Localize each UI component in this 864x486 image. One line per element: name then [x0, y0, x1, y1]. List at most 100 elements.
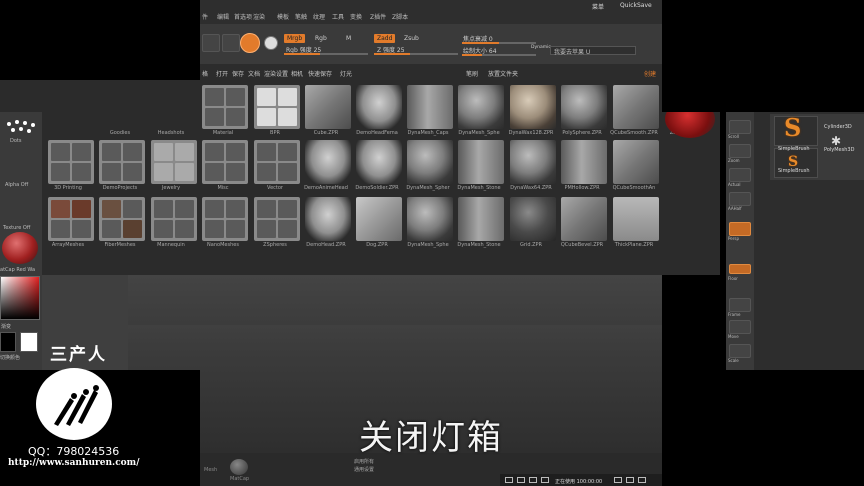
dots-stroke-icon[interactable] — [3, 118, 37, 140]
rgb-button[interactable]: Rgb — [315, 35, 327, 42]
lightbox-item-nanomeshes[interactable] — [202, 197, 248, 241]
tab-grid[interactable]: 格 — [202, 69, 208, 78]
zoom-button[interactable] — [729, 144, 751, 158]
grid-icon[interactable] — [529, 477, 537, 483]
brush-icon[interactable] — [264, 36, 278, 50]
general-settings-label[interactable]: 通用设置 — [354, 466, 374, 473]
draw-size-slider[interactable] — [462, 54, 536, 56]
move-button[interactable] — [729, 320, 751, 334]
tab-render-settings[interactable]: 渲染设置 — [264, 69, 288, 78]
window-icon[interactable] — [505, 477, 513, 483]
create-button[interactable]: 创建 — [644, 69, 656, 78]
menu-file[interactable]: 件 — [202, 12, 208, 21]
actual-button[interactable] — [729, 168, 751, 182]
lightbox-item-3d-printing[interactable] — [48, 140, 94, 184]
folder-icon[interactable] — [626, 477, 634, 483]
lightbox-item-dynamesh-stone-2[interactable] — [458, 197, 504, 241]
zsub-button[interactable]: Zsub — [404, 35, 419, 42]
matcap-icon[interactable] — [230, 459, 248, 475]
persp-button[interactable] — [729, 222, 751, 236]
dynamic-toggle[interactable]: Dynamic — [531, 45, 551, 50]
menu-edit[interactable]: 编辑 — [217, 12, 229, 21]
lightbox-item-arraymeshes[interactable] — [48, 197, 94, 241]
menu-render[interactable]: 渲染 — [253, 12, 265, 21]
menu-transform[interactable]: 变换 — [350, 12, 362, 21]
lightbox-item-grid[interactable] — [510, 197, 556, 241]
zadd-button[interactable]: Zadd — [374, 34, 396, 43]
lightbox-item-qcubesmooth[interactable] — [613, 85, 659, 129]
lightbox-item-mannequin[interactable] — [151, 197, 197, 241]
lightbox-item-dog[interactable] — [356, 197, 402, 241]
frame-button[interactable] — [729, 298, 751, 312]
texture-label[interactable]: Texture Off — [3, 225, 30, 231]
lightbox-item-dynawax64[interactable] — [510, 140, 556, 184]
lightbox-item-qcubebevel[interactable] — [561, 197, 607, 241]
menu-tool[interactable]: 工具 — [332, 12, 344, 21]
lightbox-item-dynawax128[interactable] — [510, 85, 556, 129]
menu-preferences[interactable]: 首选项 — [234, 12, 252, 21]
screen-icon[interactable] — [638, 477, 646, 483]
tab-save[interactable]: 保存 — [232, 69, 244, 78]
z-intensity-slider[interactable] — [374, 53, 458, 55]
menu-template[interactable]: 模板 — [277, 12, 289, 21]
lightbox-item-pmhollow[interactable] — [561, 140, 607, 184]
quicksave-button[interactable]: QuickSave — [620, 2, 652, 9]
polymesh3d-label[interactable]: PolyMesh3D — [824, 147, 854, 153]
m-button[interactable]: M — [346, 35, 351, 42]
alpha-label[interactable]: Alpha Off — [5, 182, 28, 188]
draw-icon[interactable] — [222, 34, 240, 52]
primary-color-swatch[interactable] — [0, 332, 16, 352]
tab-open[interactable]: 打开 — [216, 69, 228, 78]
focal-shift-slider[interactable] — [462, 42, 536, 44]
lightbox-item-demosoldier[interactable] — [356, 140, 402, 184]
lightbox-item-zspheres[interactable] — [254, 197, 300, 241]
lightbox-item-misc[interactable] — [202, 140, 248, 184]
monitor-icon[interactable] — [541, 477, 549, 483]
lightbox-item-cube[interactable] — [305, 85, 351, 129]
lightbox-item-dynamesh-sphere[interactable] — [458, 85, 504, 129]
scroll-button[interactable] — [729, 120, 751, 134]
material-sphere-icon[interactable] — [2, 232, 38, 264]
lightbox-item-demohead[interactable] — [305, 197, 351, 241]
tab-brush[interactable]: 笔刷 — [466, 69, 478, 78]
active-points-field[interactable]: 我要去苹果 U — [550, 46, 636, 56]
menu-zplugin[interactable]: Z插件 — [370, 12, 386, 21]
tab-camera[interactable]: 相机 — [291, 69, 303, 78]
lightbox-item-vector[interactable] — [254, 140, 300, 184]
lightbox-item-dynamesh-sphere[interactable] — [407, 140, 453, 184]
tab-quicksave[interactable]: 快速保存 — [308, 69, 332, 78]
menu-label[interactable]: 菜单 — [592, 2, 604, 11]
material-sphere-icon[interactable] — [240, 33, 260, 53]
color-picker[interactable] — [0, 276, 40, 320]
switch-color-label[interactable]: 切换颜色 — [0, 354, 20, 361]
material-label[interactable]: atCap Red Wa — [0, 267, 35, 273]
menu-texture[interactable]: 纹理 — [313, 12, 325, 21]
lightbox-item-thickplane[interactable] — [613, 197, 659, 241]
lightbox-item-demoprojects[interactable] — [99, 140, 145, 184]
enable-all-label[interactable]: 启用所有 — [354, 458, 374, 465]
lightbox-item-demoanimehead[interactable] — [305, 140, 351, 184]
lightbox-item-dynamesh-sphere-2[interactable] — [407, 197, 453, 241]
menu-stroke[interactable]: 笔触 — [295, 12, 307, 21]
secondary-color-swatch[interactable] — [20, 332, 38, 352]
rgb-intensity-slider[interactable] — [284, 53, 368, 55]
pen-icon[interactable] — [614, 477, 622, 483]
lightbox-item-bpr[interactable] — [254, 85, 300, 129]
lightbox-item-material[interactable] — [202, 85, 248, 129]
mrgb-button[interactable]: Mrgb — [284, 34, 306, 43]
edit-icon[interactable] — [202, 34, 220, 52]
aahalf-button[interactable] — [729, 192, 751, 206]
floor-button[interactable] — [729, 264, 751, 274]
tab-document[interactable]: 文档 — [248, 69, 260, 78]
cylinder3d-label[interactable]: Cylinder3D — [824, 124, 852, 130]
scale-button[interactable] — [729, 344, 751, 358]
tab-light[interactable]: 灯光 — [340, 69, 352, 78]
tab-place-folder[interactable]: 放置文件夹 — [488, 69, 518, 78]
lightbox-item-jewelry[interactable] — [151, 140, 197, 184]
layout-icon[interactable] — [517, 477, 525, 483]
lightbox-item-qcubesmoothangle[interactable] — [613, 140, 659, 184]
lightbox-item-polysphere[interactable] — [561, 85, 607, 129]
menu-zscript[interactable]: Z脚本 — [392, 12, 408, 21]
lightbox-item-dynamesh-caps[interactable] — [407, 85, 453, 129]
lightbox-item-dynamesh-stone[interactable] — [458, 140, 504, 184]
